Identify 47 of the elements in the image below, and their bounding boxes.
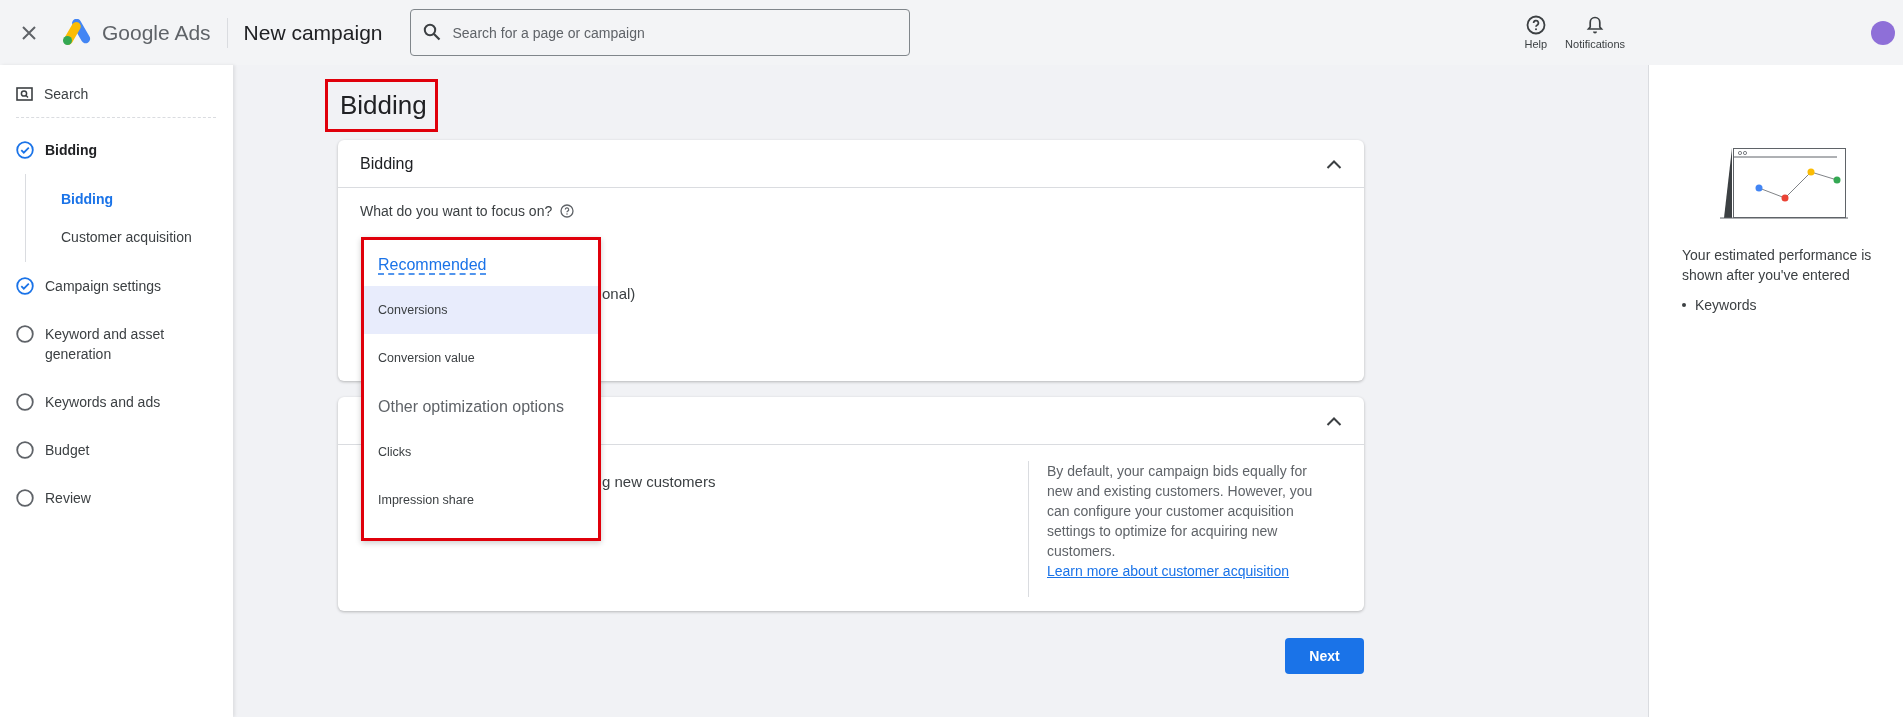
step-label: Keyword and asset generation (45, 325, 166, 364)
info-text: Your estimated performance is shown after you've entered (1682, 246, 1873, 285)
sidebar-item[interactable]: Bidding (16, 126, 216, 174)
question-label: What do you want to focus on? (360, 203, 553, 219)
bell-icon (1586, 15, 1605, 35)
chevron-up-icon[interactable] (1326, 158, 1342, 169)
menu-group-label: Recommended (377, 255, 488, 275)
logo-icon (62, 19, 92, 46)
chevron-up-icon[interactable] (1326, 415, 1342, 426)
sidebar-subitem[interactable]: Bidding (26, 180, 233, 218)
option-text: g new customers (602, 473, 716, 490)
menu-item[interactable]: Impression share (364, 476, 598, 524)
description-text: By default, your campaign bids equally for new and existing customers. However, you can configure your customer acquisition settings to optimize for acquiring new customers. Learn more about customer acquisition (1047, 462, 1314, 581)
next-button[interactable]: Next (1285, 638, 1364, 674)
search-icon (422, 23, 441, 41)
step-label: Review (45, 489, 91, 508)
search-field[interactable]: Search for a page or campaign (409, 9, 910, 56)
list-item: Keywords (1695, 296, 1757, 315)
step-label: Campaign settings (45, 277, 161, 296)
menu-item[interactable]: Conversion value (364, 334, 598, 382)
section-title: Bidding (339, 89, 427, 122)
avatar[interactable] (1871, 20, 1895, 45)
campaign-type: Search (44, 86, 89, 102)
sidebar-item[interactable]: Campaign settings (16, 262, 216, 310)
sidebar-subitem[interactable]: Customer acquisition (26, 218, 233, 256)
product-name: Google Ads (102, 20, 211, 45)
learn-more-link[interactable]: Learn more about customer acquisition (1047, 563, 1290, 579)
menu-item[interactable]: Clicks (364, 428, 598, 476)
page-title: New campaign (243, 20, 383, 45)
step-label: Budget (45, 441, 90, 460)
option-text: onal) (602, 285, 636, 302)
step-label: Keywords and ads (45, 393, 161, 412)
sidebar-item[interactable]: Keyword and asset generation (16, 310, 216, 378)
step-label: Bidding (45, 141, 98, 160)
sidebar-item[interactable]: Keywords and ads (16, 378, 216, 426)
card-title: Bidding (360, 154, 414, 173)
menu-item[interactable]: Conversions (364, 286, 598, 334)
notifications-button[interactable]: Notifications (1559, 15, 1631, 50)
search-icon (16, 87, 33, 101)
sidebar-item[interactable]: Review (16, 474, 216, 522)
help-icon (1525, 15, 1546, 35)
help-button[interactable]: Help (1518, 15, 1554, 50)
bullet-icon (1682, 303, 1686, 307)
sidebar-item[interactable]: Budget (16, 426, 216, 474)
close-icon[interactable] (20, 23, 38, 42)
menu-group-label: Other optimization options (377, 397, 565, 417)
help-icon[interactable] (560, 204, 575, 218)
